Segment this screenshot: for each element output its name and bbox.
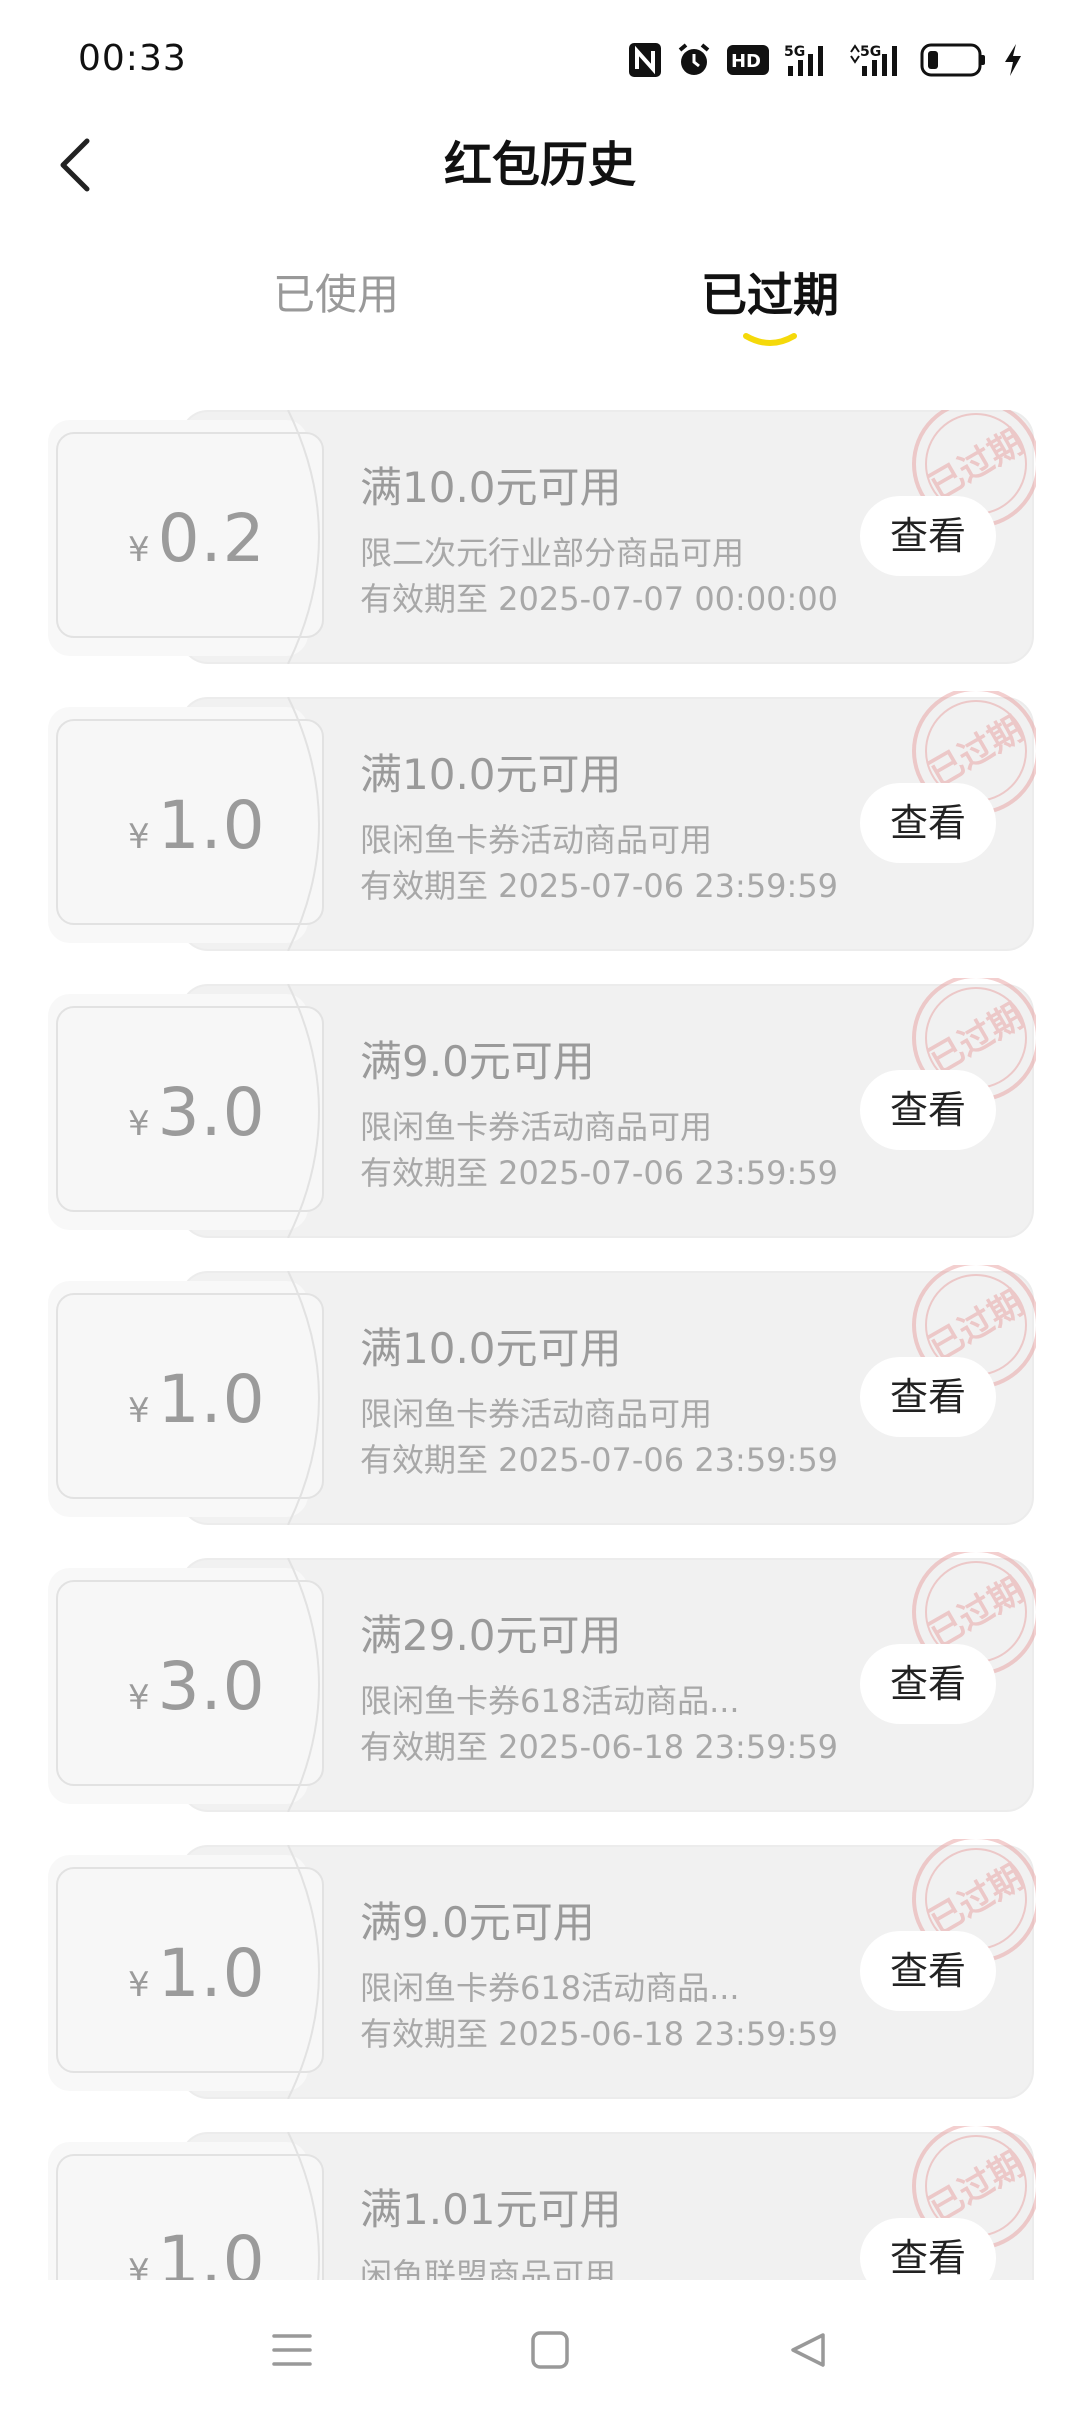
view-button[interactable]: 查看 [860,496,996,576]
coupon-divider-curve [287,697,320,951]
signal-5g-icon: 5G [784,42,834,78]
currency-symbol: ¥ [128,2252,150,2280]
status-icons: HD 5G 5G [628,38,1024,82]
view-button[interactable]: 查看 [860,1931,996,2011]
coupon-list: ¥ 0.2 满10.0元可用 限二次元行业部分商品可用 有效期至 2025-07… [0,410,1080,2280]
currency-symbol: ¥ [128,1391,150,1431]
menu-icon [272,2334,312,2366]
coupon-card[interactable]: ¥ 3.0 满29.0元可用 限闲鱼卡券618活动商品... 有效期至 2025… [48,1552,1036,1812]
coupon-card[interactable]: ¥ 0.2 满10.0元可用 限二次元行业部分商品可用 有效期至 2025-07… [48,410,1036,664]
battery-icon [920,42,988,78]
page-title: 红包历史 [443,137,636,193]
coupon-card[interactable]: ¥ 1.0 满9.0元可用 限闲鱼卡券618活动商品... 有效期至 2025-… [48,1839,1036,2099]
coupon-scope: 限闲鱼卡券活动商品可用 [360,1395,713,1433]
square-icon [531,2331,569,2369]
header: 红包历史 [0,120,1080,210]
coupon-amount-value: 1.0 [157,2222,266,2280]
currency-symbol: ¥ [128,817,150,857]
coupon-condition: 满1.01元可用 [360,2185,622,2234]
coupon-validity: 有效期至 2025-07-06 23:59:59 [360,1154,839,1192]
status-bar: 00:33 HD 5G 5G [0,0,1080,120]
signal-5g-icon: 5G [848,42,906,78]
charging-icon [1002,42,1024,78]
nav-menu-button[interactable] [252,2310,332,2390]
tab-used[interactable]: 已使用 [206,260,466,330]
coupon-amount-value: 3.0 [157,1074,266,1151]
view-button[interactable]: 查看 [860,1070,996,1150]
currency-symbol: ¥ [128,530,150,570]
coupon-divider-curve [287,1845,320,2099]
coupon-validity: 有效期至 2025-07-06 23:59:59 [360,1441,839,1479]
coupon-card[interactable]: ¥ 1.0 满1.01元可用 闲鱼联盟商品可用 已过期 查看 [48,2126,1036,2280]
coupon-amount-value: 0.2 [157,500,266,577]
coupon-condition: 满29.0元可用 [360,1611,622,1660]
coupon-condition: 满9.0元可用 [360,1037,595,1086]
view-button[interactable]: 查看 [860,1357,996,1437]
currency-symbol: ¥ [128,1104,150,1144]
coupon-amount-value: 1.0 [157,787,266,864]
view-button[interactable]: 查看 [860,1644,996,1724]
coupon-amount: ¥ 0.2 [128,500,266,580]
coupon-scope: 限二次元行业部分商品可用 [360,534,745,572]
coupon-validity: 有效期至 2025-07-06 23:59:59 [360,867,839,905]
coupon-condition: 满10.0元可用 [360,750,622,799]
coupon-divider-curve [287,2132,320,2280]
coupon-card[interactable]: ¥ 3.0 满9.0元可用 限闲鱼卡券活动商品可用 有效期至 2025-07-0… [48,978,1036,1238]
coupon-divider-curve [287,410,320,664]
net-label-2: 5G [860,44,881,60]
coupon-amount: ¥ 3.0 [128,1648,266,1728]
alarm-icon [676,42,712,78]
nav-back-button[interactable] [768,2310,848,2390]
net-label-1: 5G [784,44,805,60]
tab-expired[interactable]: 已过期 [640,260,900,330]
coupon-card[interactable]: ¥ 1.0 满10.0元可用 限闲鱼卡券活动商品可用 有效期至 2025-07-… [48,1265,1036,1525]
currency-symbol: ¥ [128,1965,150,2005]
view-button[interactable]: 查看 [860,783,996,863]
nfc-icon [628,42,662,78]
hd-icon: HD [726,42,770,78]
coupon-validity: 有效期至 2025-07-07 00:00:00 [360,580,839,618]
coupon-scope: 闲鱼联盟商品可用 [360,2256,617,2280]
coupon-condition: 满9.0元可用 [360,1898,595,1947]
triangle-back-icon [791,2333,825,2367]
hd-label: HD [731,51,761,72]
tabs: 已使用 已过期 [0,260,1080,370]
coupon-card[interactable]: ¥ 1.0 满10.0元可用 限闲鱼卡券活动商品可用 有效期至 2025-07-… [48,691,1036,951]
coupon-amount-value: 3.0 [157,1648,266,1725]
view-button[interactable]: 查看 [860,2218,996,2280]
coupon-amount-value: 1.0 [157,1935,266,2012]
coupon-divider-curve [287,1271,320,1525]
system-nav-bar [0,2280,1080,2412]
nav-home-button[interactable] [510,2310,590,2390]
coupon-scope: 限闲鱼卡券618活动商品... [360,1682,740,1720]
coupon-divider-curve [287,984,320,1238]
coupon-scope: 限闲鱼卡券618活动商品... [360,1969,740,2007]
coupon-amount: ¥ 1.0 [128,1361,266,1441]
coupon-divider-curve [287,1558,320,1812]
coupon-scope: 限闲鱼卡券活动商品可用 [360,821,713,859]
currency-symbol: ¥ [128,1678,150,1718]
coupon-amount: ¥ 1.0 [128,787,266,867]
coupon-scope: 限闲鱼卡券活动商品可用 [360,1108,713,1146]
coupon-condition: 满10.0元可用 [360,463,622,512]
status-time: 00:33 [78,38,187,79]
coupon-condition: 满10.0元可用 [360,1324,622,1373]
coupon-amount: ¥ 3.0 [128,1074,266,1154]
coupon-validity: 有效期至 2025-06-18 23:59:59 [360,2015,839,2053]
coupon-amount: ¥ 1.0 [128,2222,266,2280]
coupon-amount-value: 1.0 [157,1361,266,1438]
tab-indicator [743,333,797,346]
coupon-validity: 有效期至 2025-06-18 23:59:59 [360,1728,839,1766]
coupon-amount: ¥ 1.0 [128,1935,266,2015]
